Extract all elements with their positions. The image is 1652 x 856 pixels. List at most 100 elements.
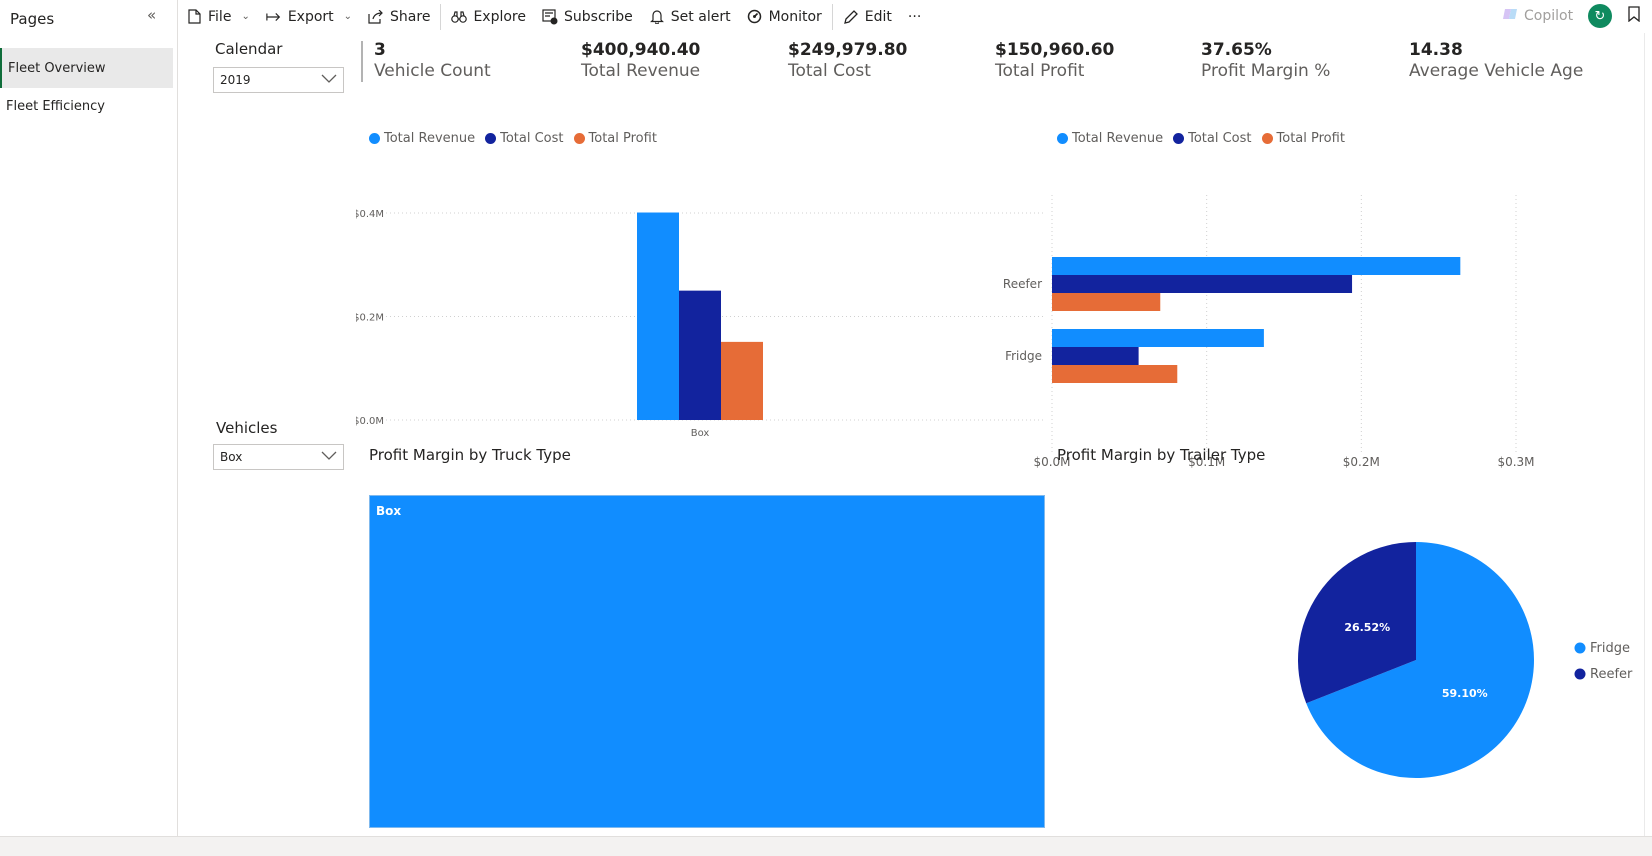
y-category-label: Fridge [1005,349,1042,363]
share-icon [368,9,384,25]
x-tick-label: $0.3M [1497,455,1534,469]
bar-fridge-total-profit [1052,365,1178,383]
subscribe-button[interactable]: Subscribe [534,0,641,33]
page-tab-label: Fleet Overview [8,60,106,76]
copilot-icon [1502,6,1518,26]
kpi-total-profit-label: Total Profit [995,61,1085,81]
page-tab-fleet-overview[interactable]: Fleet Overview [0,48,173,88]
kpi-total-revenue-label: Total Revenue [581,61,701,81]
bar-total-cost [679,290,721,420]
y-tick-label: $0.4M [356,209,384,220]
legend-label: Total Profit [588,131,657,146]
collapse-pane-icon[interactable]: « [147,6,156,24]
legend-item-total-revenue[interactable]: Total Revenue [369,131,475,146]
pages-pane-title: Pages [10,10,55,28]
profit-margin-treemap: Box [369,495,1045,828]
legend-label: Total Profit [1276,131,1345,146]
chevron-down-icon: ⌄ [343,11,353,22]
kpi-average-vehicle-age-value: 14.38 [1409,40,1463,60]
profit-margin-pie-chart: 59.10% 26.52% Fridge Reefer [1298,542,1633,778]
kpi-vehicle-count-value: 3 [374,40,386,60]
x-tick-label: $0.2M [1343,455,1380,469]
copilot-button[interactable]: Copilot [1502,6,1573,26]
share-label: Share [390,8,431,25]
chevron-down-icon [321,73,337,87]
kpi-divider [361,41,363,82]
kpi-total-revenue-value: $400,940.40 [581,40,701,60]
kpi-profit-margin-value: 37.65% [1201,40,1272,60]
kpi-profit-margin-label: Profit Margin % [1201,61,1331,81]
treemap-tile-box[interactable] [370,496,1044,827]
subscribe-label: Subscribe [564,8,633,25]
report-toolbar: File ⌄ Export ⌄ Share Explore Subscribe … [178,0,1652,33]
export-menu-button[interactable]: Export ⌄ [258,0,360,33]
file-menu-button[interactable]: File ⌄ [178,0,258,33]
legend-label: Total Revenue [384,131,476,146]
copilot-label: Copilot [1524,8,1574,24]
edit-button[interactable]: Edit [835,0,900,33]
calendar-slicer-title: Calendar [215,40,283,58]
x-tick-label: Box [691,428,710,439]
legend-item-total-revenue[interactable]: Total Revenue [1057,131,1163,146]
report-canvas: Calendar 2019 3 Vehicle Count $400,940.4… [178,33,1644,836]
legend-label: Total Cost [500,131,564,146]
vertical-scrollbar[interactable] [1644,33,1652,836]
y-tick-label: $0.2M [356,313,384,324]
column-chart-legend: Total Revenue Total Cost Total Profit [369,131,657,146]
bar-fridge-total-revenue [1052,329,1264,347]
legend-item-total-profit[interactable]: Total Profit [573,131,657,146]
set-alert-label: Set alert [670,8,731,25]
binoculars-icon [451,9,468,25]
edit-label: Edit [864,8,892,25]
legend-label: Total Cost [1188,131,1252,146]
set-alert-button[interactable]: Set alert [641,0,739,33]
chevron-down-icon: ⌄ [241,11,250,22]
legend-item-total-profit[interactable]: Total Profit [1261,131,1345,146]
page-tab-fleet-efficiency[interactable]: Fleet Efficiency [0,86,173,126]
kpi-total-cost-label: Total Cost [788,61,871,81]
bar-reefer-total-revenue [1052,257,1461,275]
kpi-total-cost-value: $249,979.80 [788,40,908,60]
treemap-title: Profit Margin by Truck Type [369,446,571,464]
pencil-icon [843,9,859,25]
calendar-slicer-dropdown[interactable]: 2019 [213,67,344,93]
vehicles-slicer-dropdown[interactable]: Box [213,444,344,470]
more-options-button[interactable]: ··· [900,0,929,33]
export-label: Export [287,8,334,25]
legend-dot [1057,133,1068,144]
report-app: Pages « Fleet Overview Fleet Efficiency … [0,0,1652,856]
bar-fridge-total-cost [1052,347,1139,365]
explore-button[interactable]: Explore [443,0,534,33]
status-bar [0,836,1652,856]
explore-label: Explore [473,8,526,25]
legend-item-total-cost[interactable]: Total Cost [1173,131,1252,146]
bar-reefer-total-profit [1052,293,1161,311]
bookmark-icon[interactable] [1628,6,1640,26]
legend-label: Fridge [1590,641,1630,656]
pages-pane: Pages « Fleet Overview Fleet Efficiency [0,0,178,856]
legend-dot [573,133,585,144]
pie-data-label: 59.10% [1442,687,1488,700]
pie-title: Profit Margin by Trailer Type [1057,446,1266,464]
bar-total-profit [721,341,763,420]
monitor-gauge-icon [747,9,763,25]
legend-dot [1173,133,1185,144]
monitor-button[interactable]: Monitor [739,0,830,33]
bar-reefer-total-cost [1052,275,1353,293]
legend-label: Reefer [1590,667,1633,682]
legend-label: Total Revenue [1072,131,1164,146]
file-icon [186,9,202,25]
monitor-label: Monitor [768,8,822,25]
vehicles-slicer-title: Vehicles [216,419,278,437]
vehicles-slicer-value: Box [220,450,243,464]
revenue-cost-profit-column-chart: $0.0M $0.2M $0.4M Box [356,209,1046,439]
bell-icon [649,9,665,25]
share-button[interactable]: Share [360,0,438,33]
kpi-average-vehicle-age-label: Average Vehicle Age [1409,61,1584,81]
export-arrow-icon [266,9,282,25]
legend-item-total-cost[interactable]: Total Cost [485,131,564,146]
refresh-icon[interactable]: ↻ [1588,4,1612,28]
legend-dot [1574,668,1586,680]
chevron-down-icon [321,450,337,464]
toolbar-divider [440,3,442,30]
